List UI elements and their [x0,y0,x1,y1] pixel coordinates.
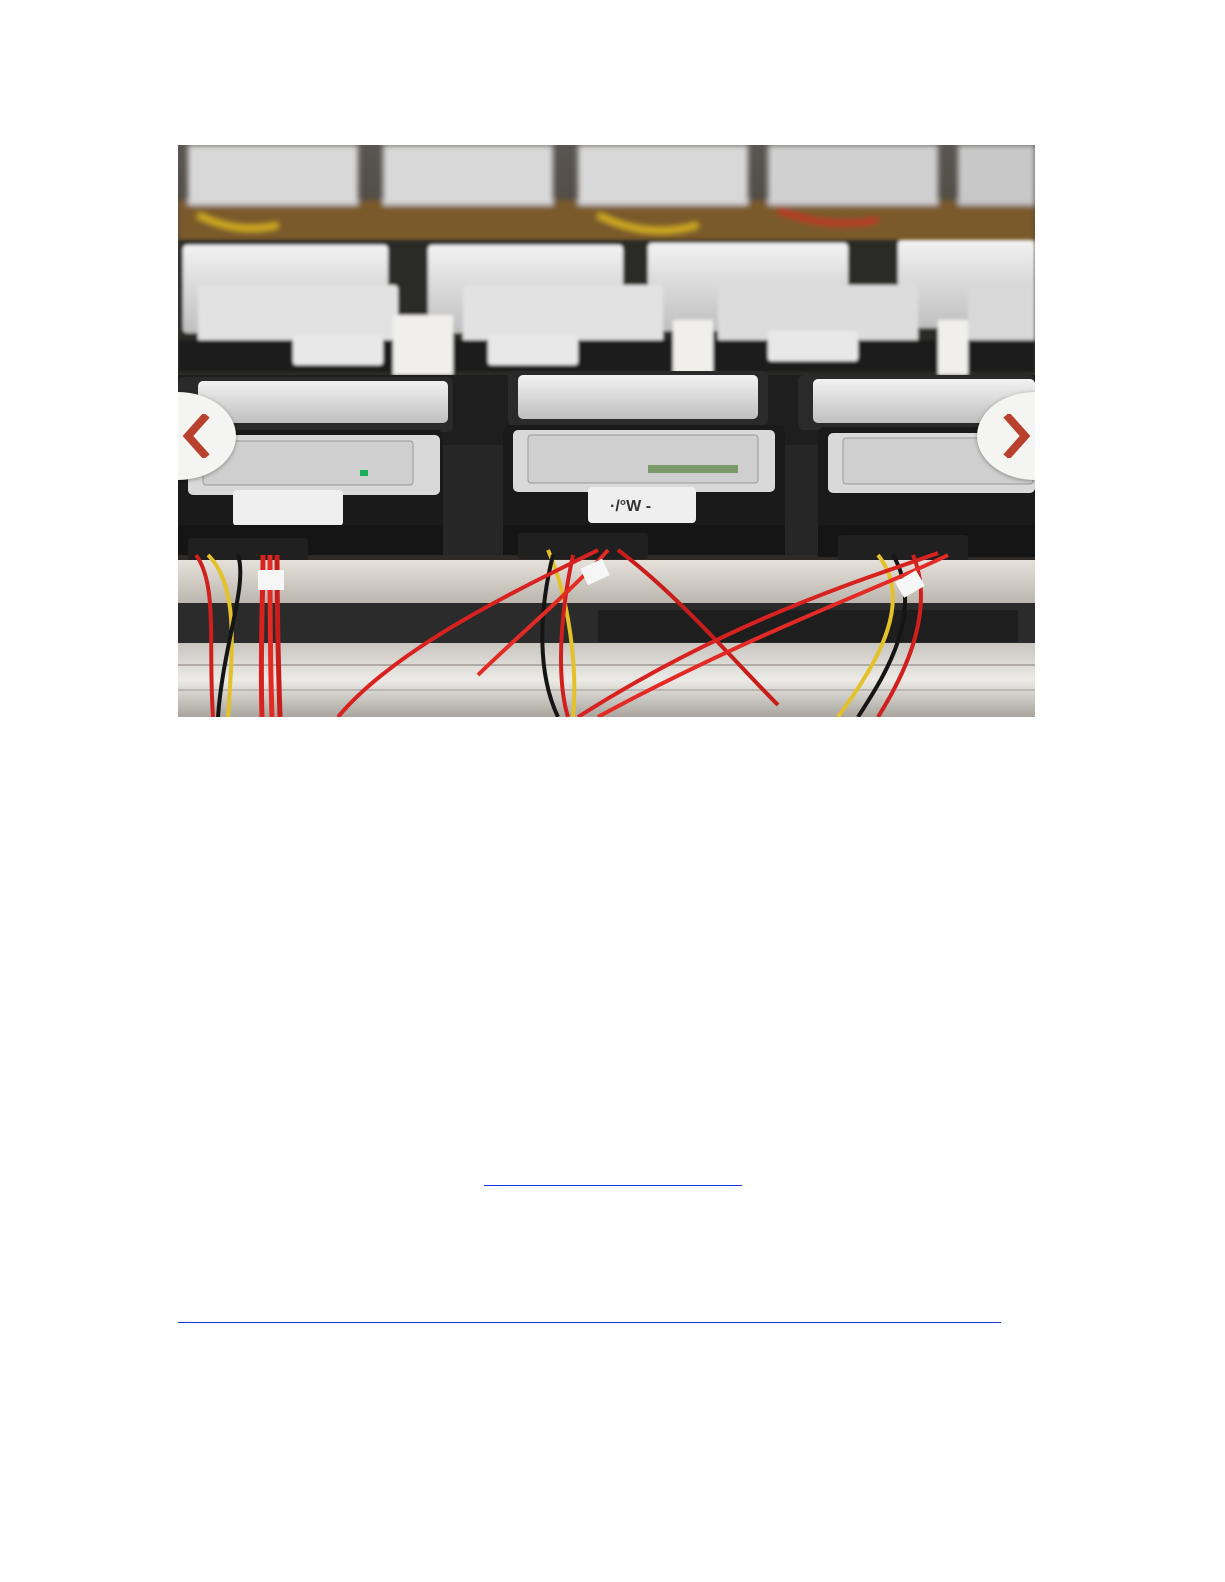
carousel-photo: ·/°W - [178,145,1035,717]
chevron-left-icon [182,414,210,458]
svg-text:·/°W -: ·/°W - [610,498,651,515]
image-carousel: ·/°W - [178,145,1035,717]
short-hyperlink[interactable] [484,1185,742,1186]
chevron-right-icon [1003,414,1031,458]
long-hyperlink[interactable] [178,1322,1001,1323]
